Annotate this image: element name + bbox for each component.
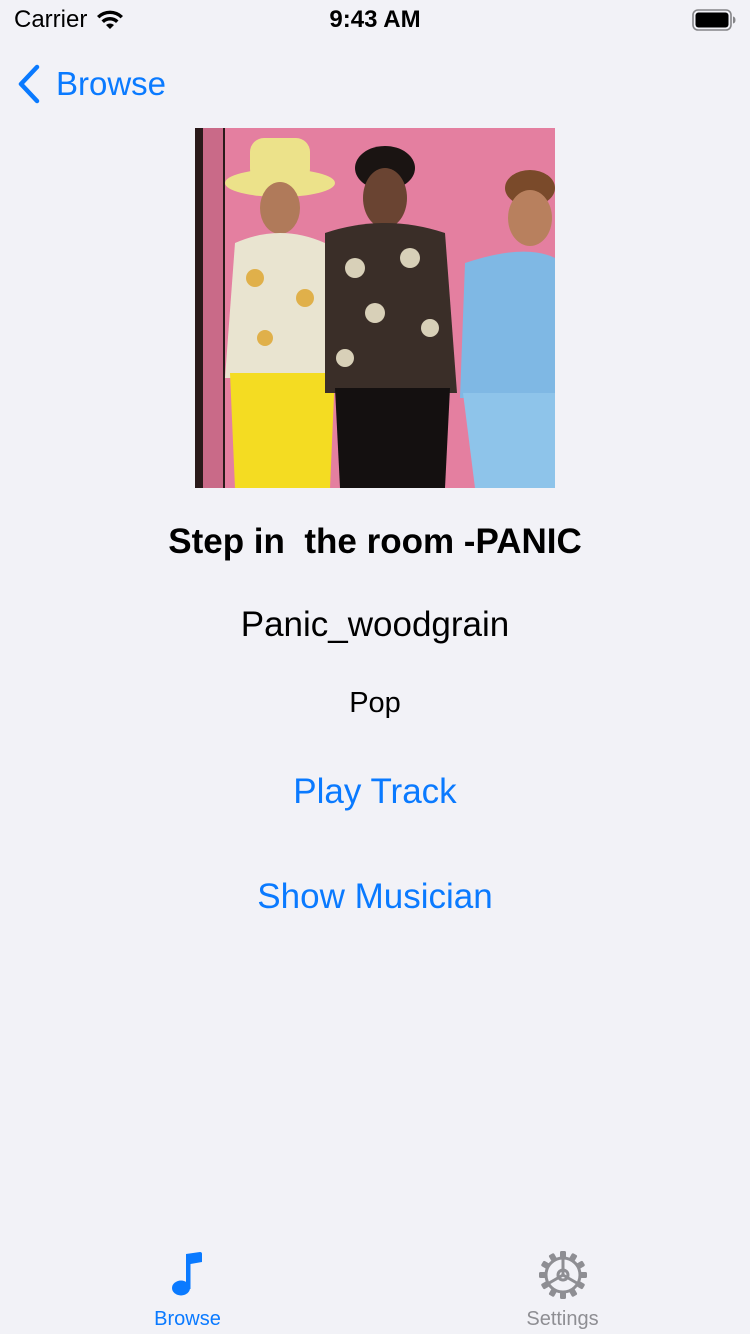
tab-settings[interactable]: Settings [375, 1234, 750, 1334]
album-artwork [195, 128, 555, 488]
back-label: Browse [56, 65, 167, 102]
navigation-bar: Browse [0, 56, 750, 112]
chevron-left-icon [16, 64, 42, 104]
artist-name: Panic_woodgrain [240, 605, 510, 644]
tab-browse-label: Browse [154, 1308, 221, 1330]
genre-label: Pop [349, 687, 401, 719]
tab-browse[interactable]: Browse [0, 1234, 375, 1334]
status-time: 9:43 AM [329, 6, 421, 33]
tab-settings-label: Settings [526, 1308, 599, 1330]
music-note-icon [170, 1250, 206, 1298]
battery-icon [692, 9, 736, 31]
track-title: Step in the room -PANIC [168, 522, 582, 561]
gear-icon [538, 1250, 588, 1300]
tab-bar: Browse Settings [0, 1234, 750, 1334]
play-track-button[interactable]: Play Track [0, 772, 750, 812]
back-button[interactable]: Browse [16, 64, 166, 104]
status-bar: Carrier 9:43 AM [0, 0, 750, 40]
show-musician-button[interactable]: Show Musician [0, 877, 750, 917]
